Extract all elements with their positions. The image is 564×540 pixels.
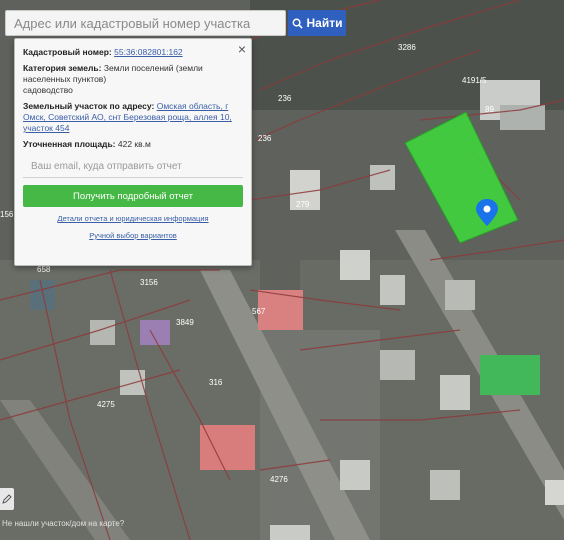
map-label: 156 bbox=[0, 210, 14, 219]
map-label: 236 bbox=[278, 94, 292, 103]
map-label: 3286 bbox=[398, 43, 416, 52]
category-extra: садоводство bbox=[23, 85, 73, 95]
email-field[interactable]: Ваш email, куда отправить отчет bbox=[23, 158, 243, 178]
get-report-button[interactable]: Получить подробный отчет bbox=[23, 185, 243, 207]
search-input[interactable]: Адрес или кадастровый номер участка bbox=[5, 10, 286, 36]
map-label: 236 bbox=[258, 134, 272, 143]
search-button[interactable]: Найти bbox=[288, 10, 346, 36]
not-found-link[interactable]: Не нашли участок/дом на карте? bbox=[0, 517, 135, 531]
report-details-link[interactable]: Детали отчета и юридическая информация bbox=[23, 213, 243, 224]
cadastral-label: Кадастровый номер: bbox=[23, 47, 112, 57]
search-icon bbox=[292, 18, 303, 29]
cadastral-row: Кадастровый номер: 55:36:082801:162 bbox=[23, 47, 243, 58]
search-button-label: Найти bbox=[306, 16, 343, 30]
pencil-icon bbox=[2, 494, 12, 504]
map-label: 658 bbox=[37, 265, 51, 274]
category-row: Категория земель: Земли поселений (земли… bbox=[23, 63, 243, 96]
address-row: Земельный участок по адресу: Омская обла… bbox=[23, 101, 243, 134]
map-label: 89 bbox=[485, 105, 494, 114]
map-label: 4276 bbox=[270, 475, 288, 484]
map-label: 4191/5 bbox=[462, 76, 487, 85]
close-icon[interactable]: × bbox=[238, 42, 246, 56]
map-label: 4275 bbox=[97, 400, 115, 409]
area-value: 422 кв.м bbox=[117, 139, 151, 149]
category-label: Категория земель: bbox=[23, 63, 102, 73]
area-label: Уточненная площадь: bbox=[23, 139, 116, 149]
map-label: 279 bbox=[296, 200, 310, 209]
manual-variants-link[interactable]: Ручной выбор вариантов bbox=[23, 230, 243, 241]
cadastral-number-link[interactable]: 55:36:082801:162 bbox=[114, 47, 183, 57]
address-label: Земельный участок по адресу: bbox=[23, 101, 155, 111]
map-label: 567 bbox=[252, 307, 266, 316]
area-row: Уточненная площадь: 422 кв.м bbox=[23, 139, 243, 150]
edit-tool-button[interactable] bbox=[0, 488, 14, 510]
map-label: 3849 bbox=[176, 318, 194, 327]
parcel-info-popup: × Кадастровый номер: 55:36:082801:162 Ка… bbox=[14, 38, 252, 266]
map-label: 3156 bbox=[140, 278, 158, 287]
map-label: 316 bbox=[209, 378, 223, 387]
